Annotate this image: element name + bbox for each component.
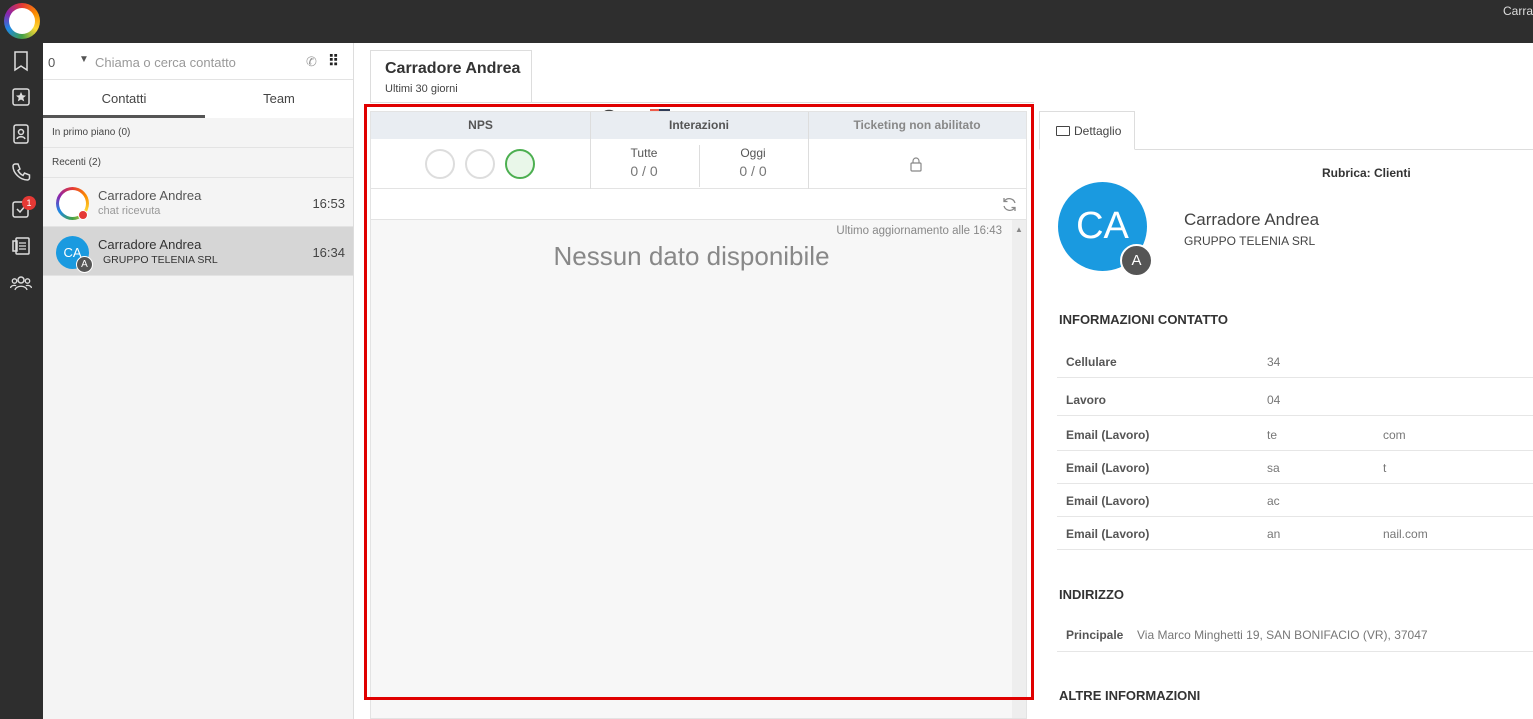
contact-avatar: CA A [1058, 182, 1153, 277]
today-interactions: Oggi 0 / 0 [739, 146, 767, 179]
bookmark-icon[interactable] [10, 50, 32, 72]
neutral-face-icon[interactable] [465, 149, 495, 179]
chat-avatar [56, 187, 89, 220]
info-row: Lavoro 04 [1057, 383, 1533, 416]
stats-header: NPS Interazioni Ticketing non abilitato … [371, 112, 1026, 189]
lock-icon [910, 157, 922, 172]
notification-badge: 1 [22, 196, 36, 210]
user-name[interactable]: Carrado [1503, 4, 1533, 18]
info-row: Email (Lavoro) ac [1057, 484, 1533, 517]
last-updated: Ultimo aggiornamento alle 16:43 [836, 225, 1002, 237]
recent-section[interactable]: Recenti (2) [43, 148, 353, 178]
interactions-header: Interazioni [590, 112, 808, 139]
detail-company: GRUPPO TELENIA SRL [1184, 234, 1316, 248]
phone-icon[interactable] [10, 161, 32, 183]
phone-icon[interactable]: ✆ [306, 54, 317, 70]
contacts-tabs: Contatti Team [43, 80, 353, 118]
top-bar: Carrado [0, 0, 1533, 43]
divider [808, 112, 809, 189]
nps-header: NPS [371, 112, 590, 139]
left-nav: 1 [0, 43, 43, 719]
info-section-title: INFORMAZIONI CONTATTO [1059, 312, 1228, 327]
contact-company: GRUPPO TELENIA SRL [103, 254, 218, 266]
dialpad-icon[interactable]: ⠿ [328, 52, 339, 70]
other-section-title: ALTRE INFORMAZIONI [1059, 688, 1201, 703]
toolbar [371, 189, 1026, 220]
divider [699, 145, 700, 187]
chart-area: Ultimo aggiornamento alle 16:43 Nessun d… [371, 220, 1012, 718]
active-tab-underline [43, 115, 205, 118]
dial-value[interactable]: 0 [48, 55, 55, 70]
divider [590, 112, 591, 189]
info-row: Email (Lavoro) te com [1057, 418, 1533, 451]
happy-face-icon[interactable] [505, 149, 535, 179]
contact-time: 16:34 [312, 245, 345, 260]
featured-section[interactable]: In primo piano (0) [43, 118, 353, 148]
refresh-icon[interactable] [1001, 196, 1018, 213]
blocked-icon [78, 210, 88, 220]
detail-panel: Dettaglio Rubrica: Clienti CA A Carrador… [1034, 101, 1533, 719]
app-logo[interactable] [4, 3, 40, 39]
contacts-book-icon[interactable] [10, 123, 32, 145]
address-row: Principale Via Marco Minghetti 19, SAN BO… [1057, 618, 1533, 652]
search-input[interactable]: Chiama o cerca contatto [95, 55, 236, 70]
ticketing-header: Ticketing non abilitato [808, 112, 1026, 139]
info-row: Email (Lavoro) an nail.com [1057, 517, 1533, 550]
tab-contact-name: Carradore Andrea [385, 60, 521, 77]
team-icon[interactable] [10, 272, 32, 294]
contact-item-selected[interactable]: CA A Carradore Andrea GRUPPO TELENIA SRL… [43, 227, 353, 276]
info-row: Email (Lavoro) sa t [1057, 451, 1533, 484]
tab-divider [1135, 149, 1533, 150]
address-section-title: INDIRIZZO [1059, 587, 1124, 602]
avatar: CA A [56, 236, 93, 273]
sad-face-icon[interactable] [425, 149, 455, 179]
contacts-panel: 0 ▼ Chiama o cerca contatto ✆ ⠿ Contatti… [43, 43, 354, 719]
avatar-badge: A [1120, 244, 1153, 277]
tab-contact-period: Ultimi 30 giorni [385, 83, 458, 95]
tab-contatti[interactable]: Contatti [43, 91, 205, 106]
contact-item[interactable]: Carradore Andrea chat ricevuta 16:53 [43, 178, 353, 227]
status-badge: A [76, 256, 93, 273]
scrollbar[interactable]: ▲ [1012, 220, 1026, 718]
favorites-icon[interactable] [10, 86, 32, 108]
search-bar: 0 ▼ Chiama o cerca contatto ✆ ⠿ [43, 43, 353, 80]
contact-time: 16:53 [312, 196, 345, 211]
id-card-icon [1056, 126, 1070, 136]
contact-name: Carradore Andrea [98, 237, 202, 252]
contact-sub: chat ricevuta [98, 205, 161, 217]
info-row: Cellulare 34 [1057, 345, 1533, 378]
no-data-message: Nessun dato disponibile [553, 241, 830, 271]
chevron-down-icon[interactable]: ▼ [79, 54, 89, 65]
tab-dettaglio[interactable]: Dettaglio [1039, 111, 1135, 150]
tab-team[interactable]: Team [205, 91, 353, 106]
rubrica-label: Rubrica: Clienti [1322, 166, 1411, 180]
stats-panel: NPS Interazioni Ticketing non abilitato … [370, 111, 1027, 719]
directory-icon[interactable] [10, 235, 32, 257]
tab-contact[interactable]: Carradore Andrea Ultimi 30 giorni [370, 50, 532, 102]
all-interactions: Tutte 0 / 0 [630, 146, 658, 179]
contact-name: Carradore Andrea [98, 188, 202, 203]
detail-contact-name: Carradore Andrea [1184, 210, 1320, 229]
